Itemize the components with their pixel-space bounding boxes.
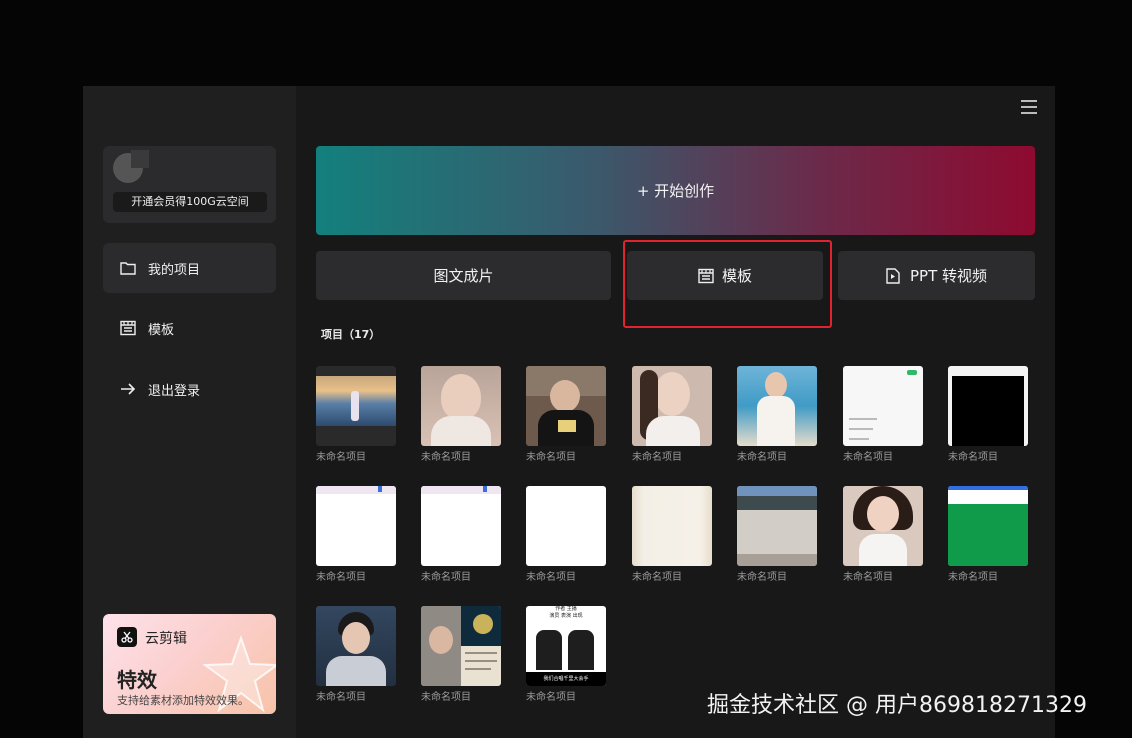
template-icon [120, 320, 136, 336]
tile-label: PPT 转视频 [909, 267, 988, 285]
project-card[interactable]: 未命名项目 [632, 366, 712, 463]
profile-card[interactable]: 开通会员得100G云空间 [103, 146, 276, 223]
arrow-right-icon [120, 381, 136, 397]
menu-icon[interactable] [1021, 100, 1037, 114]
project-card[interactable]: 未命名项目 [316, 486, 396, 583]
project-card[interactable]: 未命名项目 [526, 486, 606, 583]
project-card[interactable]: 未命名项目 [843, 486, 923, 583]
project-card[interactable]: 未命名项目 [421, 606, 501, 703]
project-name: 未命名项目 [843, 452, 893, 463]
project-name: 未命名项目 [632, 572, 682, 583]
sidebar: 开通会员得100G云空间 我的项目 模板 退出登录 云剪辑 特效 支持给素材添加… [83, 86, 296, 738]
project-name: 未命名项目 [316, 692, 366, 703]
tile-label: 图文成片 [433, 267, 494, 285]
project-thumbnail[interactable] [632, 366, 712, 446]
project-name: 未命名项目 [316, 452, 366, 463]
project-thumbnail[interactable] [316, 486, 396, 566]
project-thumbnail[interactable] [316, 366, 396, 446]
project-card[interactable]: 未命名项目 [843, 366, 923, 463]
project-thumbnail[interactable] [421, 606, 501, 686]
promo-card[interactable]: 云剪辑 特效 支持给素材添加特效效果。 [103, 614, 276, 714]
project-thumbnail[interactable] [737, 486, 817, 566]
project-name: 未命名项目 [948, 572, 998, 583]
project-card[interactable]: 作者 主播 演员 表演 出现 我们合唱千里大会手 未命名项目 [526, 606, 606, 703]
project-thumbnail[interactable] [948, 366, 1028, 446]
project-card[interactable]: 未命名项目 [948, 366, 1028, 463]
project-name: 未命名项目 [421, 692, 471, 703]
projects-section-title: 项目（17） [321, 328, 381, 341]
project-card[interactable]: 未命名项目 [316, 606, 396, 703]
project-thumbnail[interactable] [737, 366, 817, 446]
project-card[interactable]: 未命名项目 [737, 486, 817, 583]
project-name: 未命名项目 [632, 452, 682, 463]
highlight-box [623, 240, 832, 328]
project-name: 未命名项目 [737, 572, 787, 583]
app-window: 开通会员得100G云空间 我的项目 模板 退出登录 云剪辑 特效 支持给素材添加… [83, 86, 1055, 738]
main-content: + 开始创作 图文成片 模板 PPT 转视频 项目（17） 未命名项目 未命名项… [296, 86, 1055, 738]
project-card[interactable]: 未命名项目 [421, 366, 501, 463]
promo-title: 特效 [117, 668, 157, 692]
start-creation-button[interactable]: + 开始创作 [316, 146, 1035, 235]
project-thumbnail[interactable] [526, 366, 606, 446]
sidebar-item-templates[interactable]: 模板 [103, 303, 276, 353]
vip-banner[interactable]: 开通会员得100G云空间 [113, 192, 267, 212]
project-thumbnail[interactable] [316, 606, 396, 686]
image-text-to-video-button[interactable]: 图文成片 [316, 251, 611, 300]
play-file-icon [886, 267, 902, 284]
project-thumbnail[interactable] [421, 486, 501, 566]
sidebar-item-my-projects[interactable]: 我的项目 [103, 243, 276, 293]
promo-brand: 云剪辑 [145, 631, 187, 647]
project-card[interactable]: 未命名项目 [948, 486, 1028, 583]
project-card[interactable]: 未命名项目 [421, 486, 501, 583]
project-thumbnail[interactable] [526, 486, 606, 566]
project-card[interactable]: 未命名项目 [632, 486, 712, 583]
project-name: 未命名项目 [526, 572, 576, 583]
ppt-to-video-button[interactable]: PPT 转视频 [838, 251, 1035, 300]
promo-description: 支持给素材添加特效效果。 [117, 694, 249, 707]
project-name: 未命名项目 [843, 572, 893, 583]
watermark: 掘金技术社区 @ 用户869818271329 [707, 693, 1087, 718]
project-thumbnail[interactable] [632, 486, 712, 566]
project-thumbnail[interactable] [843, 486, 923, 566]
project-thumbnail[interactable] [421, 366, 501, 446]
folder-icon [120, 260, 136, 276]
avatar[interactable] [113, 150, 149, 183]
thumb-caption-mid: 演员 表演 出现 [549, 613, 583, 619]
project-name: 未命名项目 [421, 452, 471, 463]
project-name: 未命名项目 [526, 452, 576, 463]
sidebar-item-label: 模板 [148, 322, 175, 338]
project-name: 未命名项目 [737, 452, 787, 463]
sidebar-item-logout[interactable]: 退出登录 [103, 364, 276, 414]
thumb-caption-bottom: 我们合唱千里大会手 [526, 672, 606, 686]
project-name: 未命名项目 [526, 692, 576, 703]
sidebar-item-label: 退出登录 [148, 383, 201, 399]
project-thumbnail[interactable] [948, 486, 1028, 566]
project-card[interactable]: 未命名项目 [737, 366, 817, 463]
project-thumbnail[interactable]: 作者 主播 演员 表演 出现 我们合唱千里大会手 [526, 606, 606, 686]
project-thumbnail[interactable] [843, 366, 923, 446]
scissors-logo-icon [117, 627, 137, 647]
project-name: 未命名项目 [316, 572, 366, 583]
project-name: 未命名项目 [948, 452, 998, 463]
project-name: 未命名项目 [421, 572, 471, 583]
project-card[interactable]: 未命名项目 [526, 366, 606, 463]
sidebar-item-label: 我的项目 [148, 262, 201, 278]
project-card[interactable]: 未命名项目 [316, 366, 396, 463]
